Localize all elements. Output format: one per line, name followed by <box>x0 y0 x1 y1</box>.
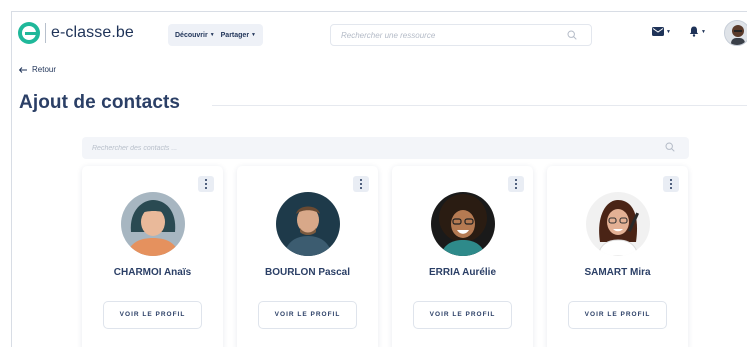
more-vertical-icon <box>360 178 362 190</box>
contact-name: BOURLON Pascal <box>264 267 351 278</box>
nav-partager[interactable]: Partager ▼ <box>221 32 256 39</box>
card-menu-button[interactable] <box>663 176 679 192</box>
user-avatar[interactable] <box>724 20 747 46</box>
search-icon[interactable] <box>665 142 675 152</box>
messages-menu[interactable]: ▼ <box>652 27 671 36</box>
nav-decouvrir[interactable]: Découvrir ▼ <box>175 32 215 39</box>
contact-photo <box>276 192 340 256</box>
more-vertical-icon <box>670 178 672 190</box>
chevron-down-icon: ▼ <box>700 28 706 35</box>
app-window: e-classe.be Découvrir ▼ Partager ▼ Reche… <box>11 11 747 347</box>
logo-icon <box>18 22 40 44</box>
view-profile-button[interactable]: VOIR LE PROFIL <box>103 301 202 329</box>
view-profile-button[interactable]: VOIR LE PROFIL <box>258 301 357 329</box>
contact-photo <box>431 192 495 256</box>
contact-name: CHARMOI Anaïs <box>113 267 192 278</box>
nav-decouvrir-label: Découvrir <box>175 31 208 39</box>
resource-search-input[interactable] <box>341 30 561 40</box>
contacts-search-input[interactable] <box>92 144 592 152</box>
logo-separator <box>45 23 46 43</box>
contact-card: ERRIA Aurélie VOIR LE PROFIL <box>392 166 533 347</box>
logo-text: e-classe.be <box>51 24 134 41</box>
card-menu-button[interactable] <box>198 176 214 192</box>
more-vertical-icon <box>205 178 207 190</box>
contact-name: SAMART Mira <box>584 267 651 278</box>
header-icons: ▼ ▼ <box>652 26 706 37</box>
contact-photo <box>586 192 650 256</box>
main-nav: Découvrir ▼ Partager ▼ <box>168 24 263 46</box>
nav-partager-label: Partager <box>220 31 250 39</box>
back-label: Retour <box>32 65 57 74</box>
more-vertical-icon <box>515 178 517 190</box>
chevron-down-icon: ▼ <box>209 32 215 38</box>
contact-card: BOURLON Pascal VOIR LE PROFIL <box>237 166 378 347</box>
contact-card: SAMART Mira VOIR LE PROFIL <box>547 166 688 347</box>
resource-search <box>330 24 592 46</box>
search-icon[interactable] <box>567 30 577 40</box>
title-divider <box>212 105 747 106</box>
user-photo <box>725 21 747 45</box>
mail-icon <box>652 27 664 36</box>
logo[interactable]: e-classe.be <box>18 22 134 44</box>
bell-icon <box>689 26 699 37</box>
card-menu-button[interactable] <box>353 176 369 192</box>
page-title: Ajout de contacts <box>19 92 181 113</box>
arrow-left-icon <box>19 66 27 73</box>
chevron-down-icon: ▼ <box>251 32 256 38</box>
notifications-menu[interactable]: ▼ <box>689 26 706 37</box>
chevron-down-icon: ▼ <box>666 28 671 35</box>
contact-card: CHARMOI Anaïs VOIR LE PROFIL <box>82 166 223 347</box>
contacts-search <box>82 137 689 159</box>
contact-photo <box>121 192 185 256</box>
view-profile-button[interactable]: VOIR LE PROFIL <box>568 301 667 329</box>
card-menu-button[interactable] <box>508 176 524 192</box>
contact-name: ERRIA Aurélie <box>428 267 497 278</box>
view-profile-button[interactable]: VOIR LE PROFIL <box>413 301 512 329</box>
top-header: e-classe.be Découvrir ▼ Partager ▼ Reche… <box>12 12 747 60</box>
back-link[interactable]: Retour <box>19 65 56 74</box>
